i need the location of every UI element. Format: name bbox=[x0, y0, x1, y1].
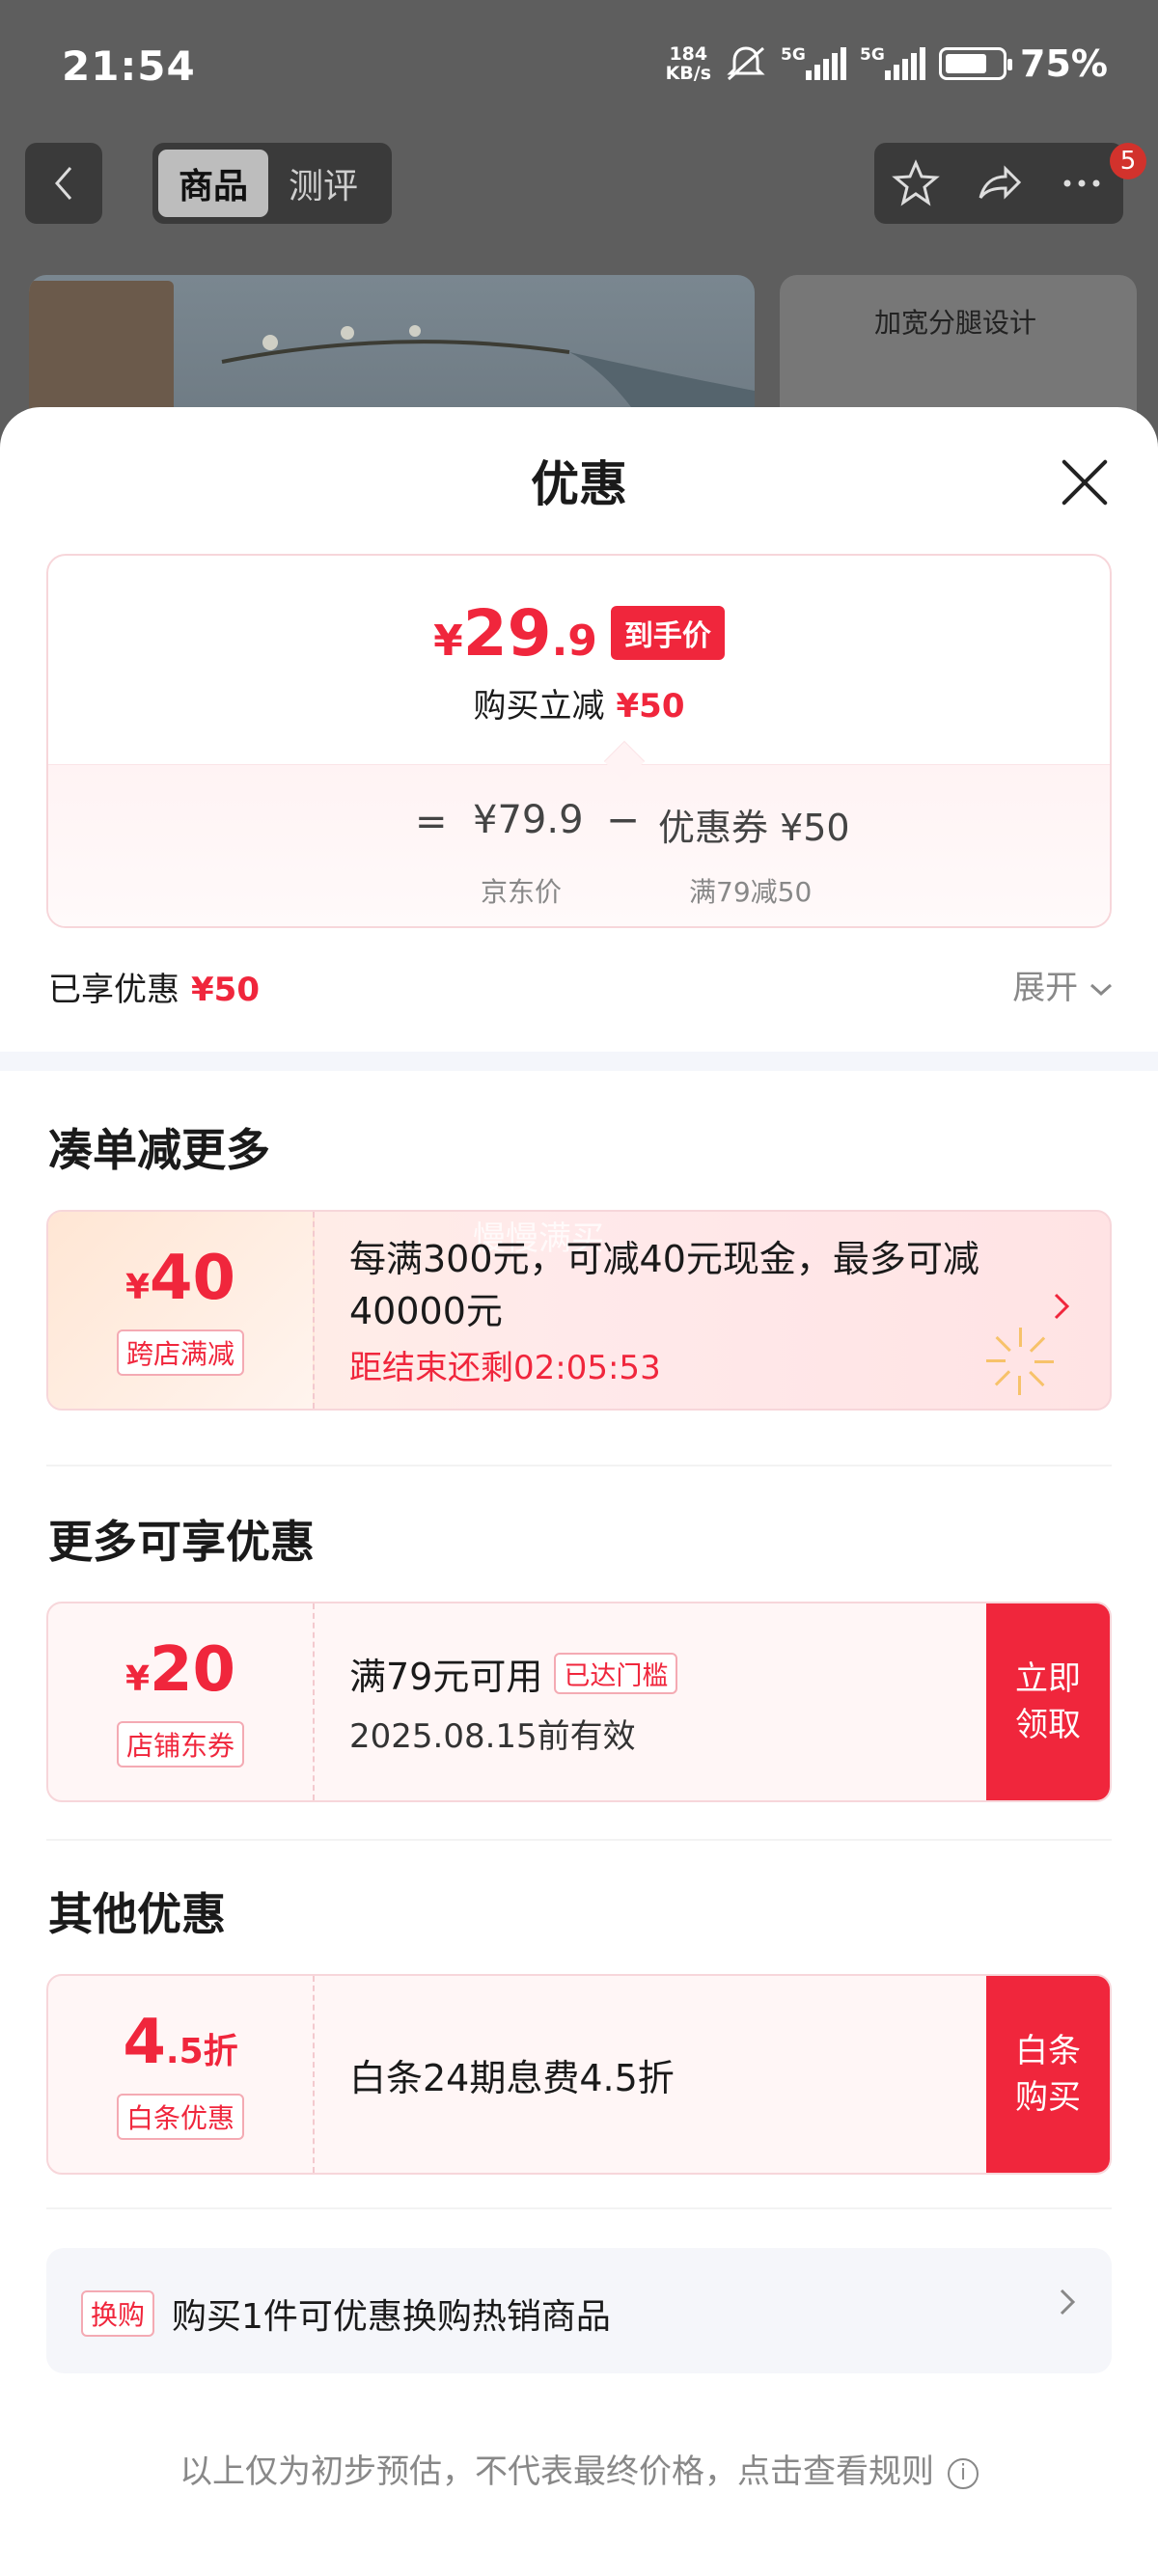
promo-currency: ¥ bbox=[124, 1268, 150, 1307]
notification-badge: 5 bbox=[1110, 143, 1146, 179]
promo-amount-value: 40 bbox=[150, 1243, 236, 1314]
share-icon[interactable] bbox=[975, 159, 1023, 207]
top-nav: 商品 测评 bbox=[0, 143, 1158, 224]
signal-label-2: 5G bbox=[860, 45, 885, 65]
baitiao-amount-small: .5折 bbox=[165, 2032, 238, 2071]
price-currency: ¥ bbox=[433, 617, 463, 666]
final-price-tag: 到手价 bbox=[610, 606, 725, 660]
coupon-deduction: 优惠券 ¥50 bbox=[658, 807, 850, 849]
more-icon[interactable] bbox=[1058, 159, 1106, 207]
section-title-other: 其他优惠 bbox=[48, 1888, 226, 1940]
baitiao-type-tag: 白条优惠 bbox=[116, 2094, 244, 2140]
close-icon[interactable] bbox=[1058, 455, 1112, 509]
status-indicators: 184 KB/s 5G 5G 75% bbox=[666, 42, 1108, 85]
promo-amount-block: ¥40 跨店满减 bbox=[48, 1212, 315, 1409]
store-coupon-card: ¥20 店铺东券 满79元可用 已达门槛 2025.08.15前有效 立即领取 bbox=[46, 1602, 1112, 1802]
coupon-rule: 满79减50 bbox=[689, 876, 813, 908]
section-title-extra: 更多可享优惠 bbox=[48, 1516, 315, 1568]
signal-icon-2: 5G bbox=[860, 45, 926, 80]
chevron-left-icon bbox=[55, 167, 72, 200]
promo-countdown: 距结束还剩02:05:53 bbox=[349, 1348, 661, 1387]
network-speed-value: 184 bbox=[669, 43, 708, 65]
rules-note[interactable]: 以上仅为初步预估，不代表最终价格，点击查看规则 i bbox=[0, 2445, 1158, 2492]
price-integer: 29 bbox=[462, 596, 552, 671]
product-tabs: 商品 测评 bbox=[152, 143, 392, 224]
enjoyed-label: 已享优惠 bbox=[48, 971, 179, 1009]
final-price: ¥29.9 bbox=[433, 602, 597, 673]
back-button[interactable] bbox=[25, 143, 102, 224]
final-price-card: ¥29.9 到手价 购买立减 ¥50 = ¥79.9 − 优惠券 ¥50 京东价 … bbox=[46, 554, 1112, 928]
signal-label-1: 5G bbox=[781, 45, 806, 65]
jd-price-label: 京东价 bbox=[481, 876, 563, 908]
instant-discount-label: 购买立减 bbox=[473, 687, 605, 726]
divider bbox=[46, 1839, 1112, 1841]
background-page: 21:54 184 KB/s 5G 5G 75% 商品 测评 5 加宽分腿设计 bbox=[0, 0, 1158, 453]
network-speed: 184 KB/s bbox=[666, 44, 711, 83]
bell-muted-icon bbox=[727, 46, 765, 81]
jd-price: ¥79.9 bbox=[473, 798, 584, 842]
status-bar: 21:54 184 KB/s 5G 5G 75% bbox=[0, 0, 1158, 130]
price-breakdown: = ¥79.9 − 优惠券 ¥50 京东价 满79减50 bbox=[48, 764, 1110, 926]
baitiao-amount-block: 4.5折 白条优惠 bbox=[48, 1976, 315, 2173]
trade-in-tag: 换购 bbox=[81, 2290, 155, 2337]
baitiao-discount-card: 4.5折 白条优惠 白条24期息费4.5折 白条购买 bbox=[46, 1974, 1112, 2175]
coupon-body: 满79元可用 已达门槛 2025.08.15前有效 bbox=[349, 1603, 678, 1800]
minus-sign: − bbox=[606, 796, 641, 843]
network-speed-unit: KB/s bbox=[665, 63, 712, 84]
promo-description: 每满300元，可减40元现金，最多可减40000元 bbox=[349, 1237, 979, 1332]
promo-type-tag: 跨店满减 bbox=[116, 1329, 244, 1376]
trade-in-bar[interactable]: 换购 购买1件可优惠换购热销商品 bbox=[46, 2248, 1112, 2373]
cross-store-promo-card[interactable]: ¥40 跨店满减 慢慢满买 每满300元，可减40元现金，最多可减40000元 … bbox=[46, 1210, 1112, 1411]
price-decimal: .9 bbox=[551, 617, 597, 666]
chevron-right-icon bbox=[1054, 1293, 1070, 1320]
final-price-row: ¥29.9 到手价 bbox=[48, 602, 1110, 673]
battery-percent: 75% bbox=[1020, 42, 1108, 85]
chevron-down-icon bbox=[1089, 983, 1113, 997]
nav-actions bbox=[874, 143, 1123, 224]
baitiao-description: 白条24期息费4.5折 bbox=[349, 2056, 675, 2099]
baitiao-body: 白条24期息费4.5折 bbox=[349, 1976, 675, 2173]
enjoyed-value: ¥50 bbox=[191, 971, 260, 1009]
rules-note-text: 以上仅为初步预估，不代表最终价格，点击查看规则 bbox=[179, 2453, 934, 2491]
star-icon[interactable] bbox=[892, 159, 940, 207]
expand-button[interactable]: 展开 bbox=[1012, 961, 1114, 1008]
coupon-type-tag: 店铺东券 bbox=[116, 1721, 244, 1768]
tab-product[interactable]: 商品 bbox=[158, 150, 268, 217]
firework-icon bbox=[986, 1328, 1054, 1395]
equals-sign: = bbox=[415, 800, 448, 844]
battery-icon bbox=[939, 47, 1013, 80]
sheet-title: 优惠 bbox=[531, 456, 627, 512]
coupon-condition-row: 满79元可用 已达门槛 bbox=[349, 1647, 678, 1700]
baitiao-buy-button[interactable]: 白条购买 bbox=[986, 1976, 1110, 2173]
coupon-currency: ¥ bbox=[124, 1659, 150, 1699]
instant-discount-value: ¥50 bbox=[616, 687, 685, 726]
enjoyed-discount: 已享优惠 ¥50 bbox=[48, 963, 260, 1010]
section-divider bbox=[0, 1052, 1158, 1071]
info-icon: i bbox=[948, 2457, 979, 2489]
threshold-reached-badge: 已达门槛 bbox=[554, 1653, 678, 1694]
coupon-validity: 2025.08.15前有效 bbox=[349, 1717, 636, 1756]
coupon-condition: 满79元可用 bbox=[349, 1656, 543, 1698]
baitiao-amount-big: 4 bbox=[123, 2007, 166, 2078]
section-title-more: 凑单减更多 bbox=[48, 1124, 270, 1176]
expand-label: 展开 bbox=[1012, 969, 1079, 1007]
coupon-amount: ¥20 bbox=[125, 1636, 235, 1713]
claim-coupon-button[interactable]: 立即领取 bbox=[986, 1603, 1110, 1800]
battery-fill bbox=[946, 54, 987, 73]
trade-in-text: 购买1件可优惠换购热销商品 bbox=[172, 2297, 611, 2337]
tab-review[interactable]: 测评 bbox=[268, 150, 378, 217]
baitiao-amount: 4.5折 bbox=[123, 2009, 237, 2086]
divider bbox=[46, 2207, 1112, 2209]
promo-amount: ¥40 bbox=[125, 1245, 235, 1322]
divider bbox=[46, 1465, 1112, 1466]
promo-body: 每满300元，可减40元现金，最多可减40000元 距结束还剩02:05:53 bbox=[349, 1212, 1044, 1409]
coupon-amount-block: ¥20 店铺东券 bbox=[48, 1603, 315, 1800]
status-time: 21:54 bbox=[62, 42, 196, 90]
signal-icon-1: 5G bbox=[781, 45, 847, 80]
chevron-right-icon bbox=[1060, 2288, 1076, 2316]
side-image-caption: 加宽分腿设计 bbox=[874, 307, 1037, 339]
coupon-amount-value: 20 bbox=[150, 1634, 236, 1706]
discount-sheet: 优惠 ¥29.9 到手价 购买立减 ¥50 = ¥79.9 − 优惠券 ¥50 京… bbox=[0, 407, 1158, 2576]
instant-discount-row: 购买立减 ¥50 bbox=[48, 679, 1110, 726]
